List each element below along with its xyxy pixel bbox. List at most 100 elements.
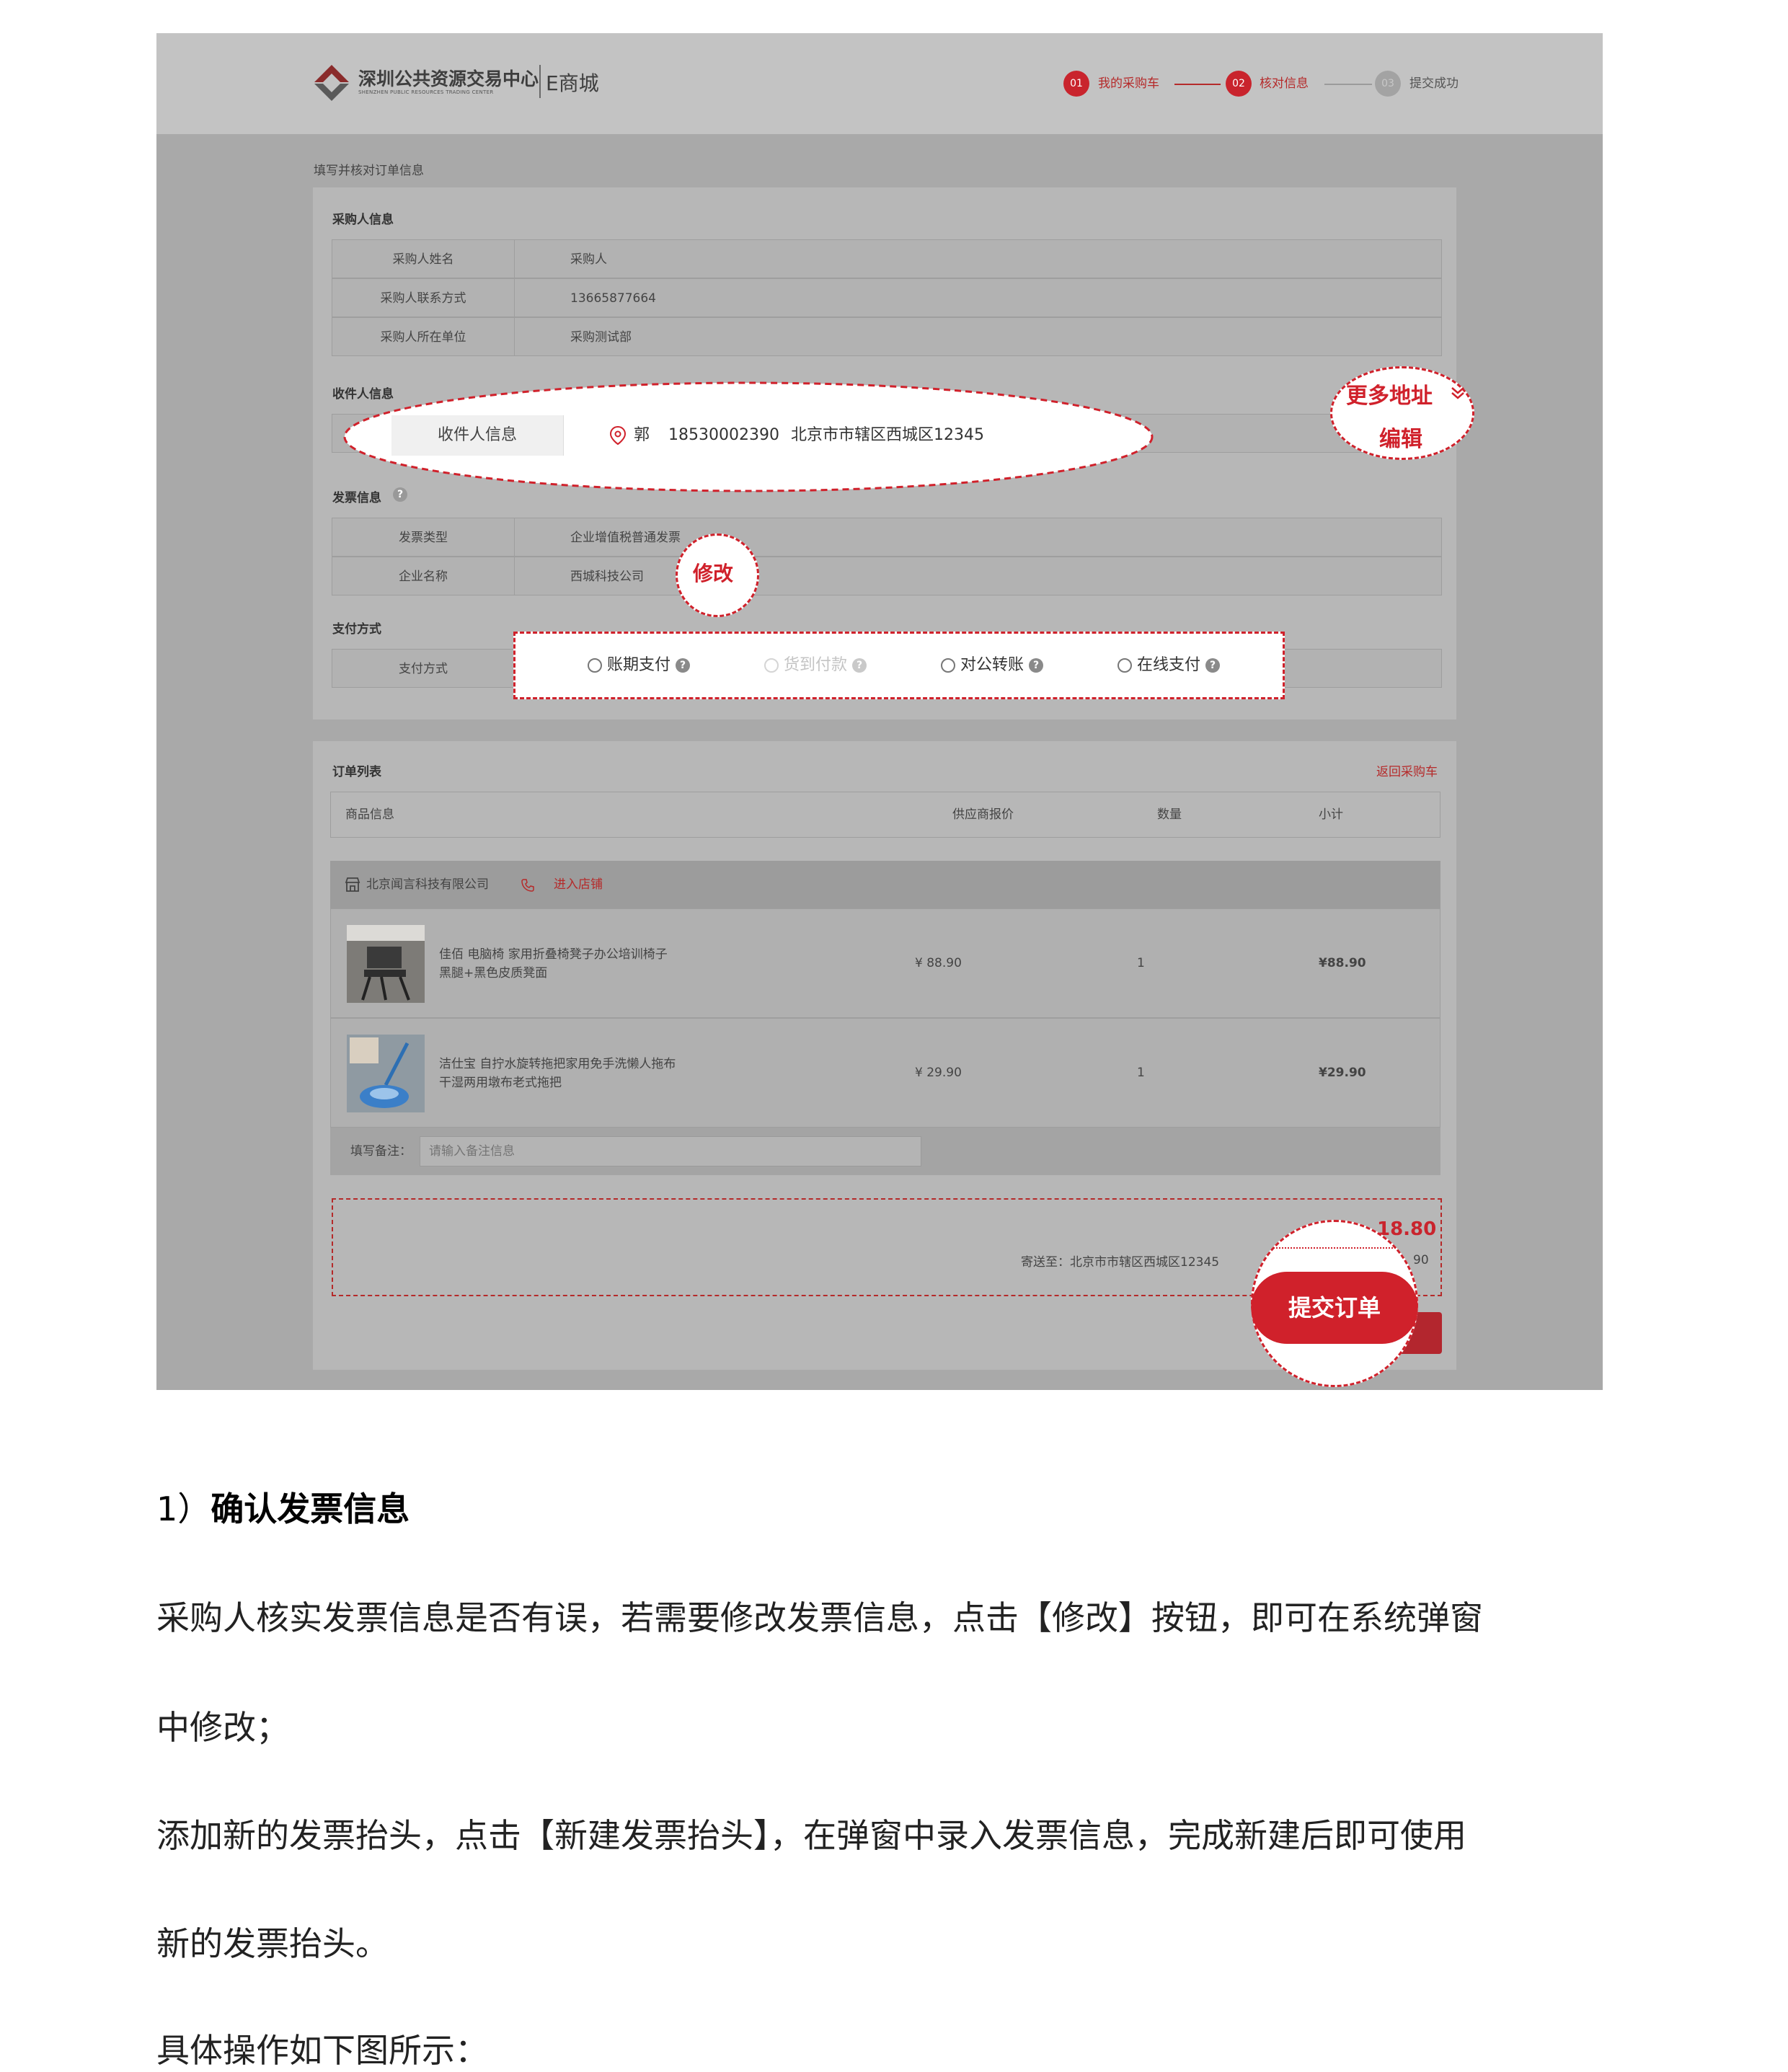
buyer-section-title: 采购人信息 <box>332 213 394 227</box>
recipient-name: 郭 <box>634 426 650 444</box>
payment-option-transfer[interactable]: 对公转账 ? <box>941 634 1044 697</box>
logo-name-en: SHENZHEN PUBLIC RESOURCES TRADING CENTER <box>358 89 494 95</box>
submit-highlight-ring <box>1251 1220 1418 1387</box>
modify-invoice-button[interactable]: 修改 <box>693 558 733 587</box>
col-price: 供应商报价 <box>952 807 1014 822</box>
step-1-number: 01 <box>1063 71 1089 97</box>
payment-option-cod[interactable]: 货到付款 ? <box>764 634 867 697</box>
product-subtotal: ¥88.90 <box>1319 956 1366 970</box>
invoice-section-title: 发票信息 <box>332 491 381 505</box>
shop-name[interactable]: 北京闻言科技有限公司 <box>366 861 489 908</box>
edit-address-link[interactable]: 编辑 <box>1379 421 1422 453</box>
product-qty: 1 <box>1137 1066 1145 1080</box>
buyer-phone-value: 13665877664 <box>570 291 656 306</box>
section-heading: 1）确认发票信息 <box>156 1483 410 1531</box>
recipient-highlight: 收件人信息 郭 18530002390 北京市市辖区西城区12345 <box>344 415 1151 456</box>
col-subtotal: 小计 <box>1319 807 1343 822</box>
product-price: ¥ 88.90 <box>915 956 962 970</box>
paragraph-line: 具体操作如下图所示： <box>156 2031 488 2070</box>
step-connector <box>1324 84 1372 85</box>
question-icon: ? <box>676 658 691 673</box>
logo-divider <box>539 65 541 98</box>
question-icon: ? <box>1205 658 1221 673</box>
radio-icon[interactable] <box>764 658 779 673</box>
question-icon: ? <box>393 487 407 502</box>
sub-amount: 90 <box>1413 1253 1429 1267</box>
buyer-name-row: 采购人姓名 采购人 <box>332 239 1442 278</box>
step-3-label: 提交成功 <box>1409 76 1459 91</box>
back-to-cart-link[interactable]: 返回采购车 <box>1376 761 1438 779</box>
payment-option-online-label: 在线支付 <box>1137 656 1201 674</box>
recipient-label: 收件人信息 <box>391 415 564 456</box>
step-1-label: 我的采购车 <box>1098 76 1159 91</box>
invoice-type-row: 发票类型 企业增值税普通发票 <box>332 518 1442 557</box>
logo-mark-icon <box>314 65 349 101</box>
remark-label: 填写备注： <box>350 1144 412 1159</box>
buyer-unit-row: 采购人所在单位 采购测试部 <box>332 317 1442 356</box>
remark-row: 填写备注： <box>330 1128 1440 1175</box>
invoice-company-value: 西城科技公司 <box>570 570 644 584</box>
payment-option-term-label: 账期支付 <box>607 656 671 674</box>
payment-option-term[interactable]: 账期支付 ? <box>588 634 691 697</box>
invoice-company-label: 企业名称 <box>332 557 515 595</box>
step-connector <box>1174 84 1221 85</box>
step-3-number: 03 <box>1375 71 1401 97</box>
product-subtotal: ¥29.90 <box>1319 1066 1366 1080</box>
payment-options-highlight: 账期支付 ? 货到付款 ? 对公转账 ? 在线支付 ? <box>513 632 1285 699</box>
payment-section-title: 支付方式 <box>332 622 381 637</box>
chevron-down-icon <box>1451 387 1464 399</box>
order-list-title: 订单列表 <box>332 765 381 779</box>
more-address-link[interactable]: 更多地址 <box>1346 378 1433 409</box>
order-screenshot: 深圳公共资源交易中心 SHENZHEN PUBLIC RESOURCES TRA… <box>156 33 1603 1390</box>
paragraph-line: 新的发票抬头。 <box>156 1924 389 1963</box>
ship-to-address: 寄送至：北京市市辖区西城区12345 <box>1021 1255 1220 1270</box>
buyer-unit-value: 采购测试部 <box>570 330 632 345</box>
shop-row: 北京闻言科技有限公司 进入店铺 <box>330 861 1440 908</box>
order-item-row: 佳佰 电脑椅 家用折叠椅凳子办公培训椅子 黑腿+黑色皮质凳面 ¥ 88.90 1… <box>330 908 1440 1018</box>
step-2-number: 02 <box>1226 71 1252 97</box>
question-icon: ? <box>1029 658 1044 673</box>
emall-label: E商城 <box>546 71 599 95</box>
payment-option-cod-label: 货到付款 <box>784 656 848 674</box>
question-icon: ? <box>852 658 867 673</box>
invoice-company-row: 企业名称 西城科技公司 <box>332 557 1442 596</box>
step-2-label: 核对信息 <box>1260 76 1309 91</box>
enter-store-link[interactable]: 进入店铺 <box>554 861 603 908</box>
recipient-address: 北京市市辖区西城区12345 <box>791 426 984 444</box>
radio-icon[interactable] <box>588 658 602 673</box>
buyer-unit-label: 采购人所在单位 <box>332 318 515 355</box>
product-price: ¥ 29.90 <box>915 1066 962 1080</box>
invoice-type-label: 发票类型 <box>332 518 515 556</box>
radio-icon[interactable] <box>941 658 955 673</box>
heading-text: 确认发票信息 <box>211 1489 410 1528</box>
store-icon <box>345 877 360 892</box>
heading-number: 1） <box>156 1489 211 1528</box>
buyer-name-label: 采购人姓名 <box>332 240 515 278</box>
phone-icon[interactable] <box>521 878 535 893</box>
page-title: 填写并核对订单信息 <box>314 164 424 178</box>
product-name[interactable]: 佳佰 电脑椅 家用折叠椅凳子办公培训椅子 黑腿+黑色皮质凳面 <box>439 945 677 983</box>
payment-label: 支付方式 <box>332 650 515 687</box>
product-name[interactable]: 洁仕宝 自拧水旋转拖把家用免手洗懒人拖布干湿两用墩布老式拖把 <box>439 1055 677 1092</box>
location-pin-icon <box>609 425 627 446</box>
radio-icon[interactable] <box>1118 658 1132 673</box>
site-header: 深圳公共资源交易中心 SHENZHEN PUBLIC RESOURCES TRA… <box>156 33 1603 134</box>
col-product: 商品信息 <box>345 807 394 822</box>
product-qty: 1 <box>1137 956 1145 970</box>
product-image[interactable] <box>347 1035 425 1112</box>
product-image[interactable] <box>347 925 425 1003</box>
recipient-phone: 18530002390 <box>668 426 779 444</box>
buyer-phone-label: 采购人联系方式 <box>332 279 515 316</box>
paragraph-line: 采购人核实发票信息是否有误，若需要修改发票信息，点击【修改】按钮，即可在系统弹窗 <box>156 1598 1483 1637</box>
logo-name-cn: 深圳公共资源交易中心 <box>358 68 539 89</box>
remark-input[interactable] <box>420 1136 921 1166</box>
buyer-name-value: 采购人 <box>570 252 607 267</box>
buyer-phone-row: 采购人联系方式 13665877664 <box>332 278 1442 317</box>
paragraph-line: 添加新的发票抬头，点击【新建发票抬头】，在弹窗中录入发票信息，完成新建后即可使用 <box>156 1816 1466 1855</box>
order-item-row: 洁仕宝 自拧水旋转拖把家用免手洗懒人拖布干湿两用墩布老式拖把 ¥ 29.90 1… <box>330 1018 1440 1128</box>
invoice-type-value: 企业增值税普通发票 <box>570 531 681 545</box>
payment-option-online[interactable]: 在线支付 ? <box>1118 634 1221 697</box>
col-qty: 数量 <box>1157 807 1182 822</box>
total-amount: 18.80 <box>1377 1218 1437 1240</box>
payment-option-transfer-label: 对公转账 <box>960 656 1024 674</box>
